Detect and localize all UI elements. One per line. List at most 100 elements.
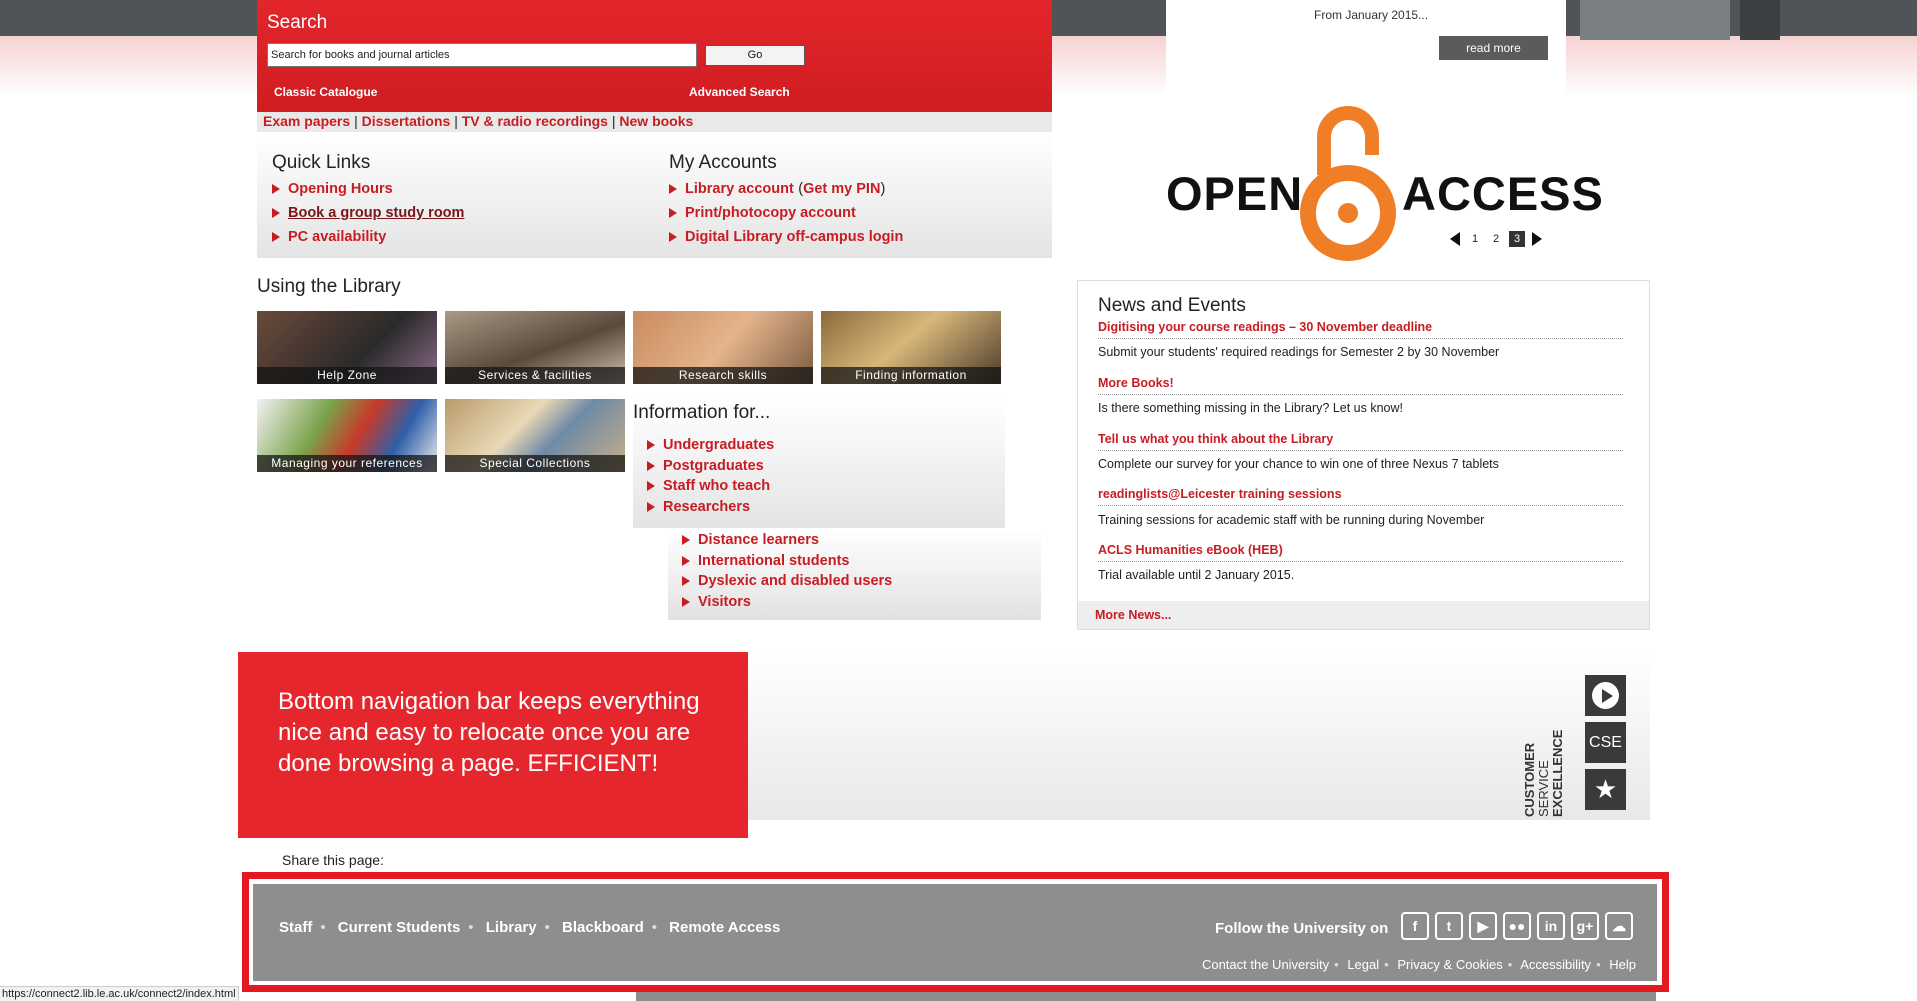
arrow-right-icon xyxy=(272,184,280,194)
browser-status-url: https://connect2.lib.le.ac.uk/connect2/i… xyxy=(0,986,239,1001)
get-pin-link[interactable]: Get my PIN xyxy=(803,181,880,197)
search-title: Search xyxy=(267,12,328,33)
arrow-right-icon xyxy=(682,596,690,607)
open-access-lock-icon xyxy=(1300,106,1396,261)
my-accounts-list: Library account (Get my PIN) Print/photo… xyxy=(669,177,903,249)
cse-label-line2: SERVICE xyxy=(1536,760,1551,817)
divider xyxy=(1098,394,1623,395)
play-icon xyxy=(1585,675,1626,716)
research-skills-tile[interactable]: Research skills xyxy=(633,311,813,384)
news-summary: Complete our survey for your chance to w… xyxy=(1098,457,1499,471)
separator: | xyxy=(454,113,458,129)
arrow-right-icon xyxy=(647,481,655,492)
finding-information-tile[interactable]: Finding information xyxy=(821,311,1001,384)
arrow-right-icon xyxy=(682,535,690,546)
dissertations-link[interactable]: Dissertations xyxy=(362,113,451,129)
arrow-right-icon xyxy=(272,208,280,218)
backdrop-panel xyxy=(1580,0,1730,40)
news-headline-link[interactable]: ACLS Humanities eBook (HEB) xyxy=(1098,543,1283,557)
carousel-page-2[interactable]: 2 xyxy=(1493,233,1499,245)
news-summary: Submit your students' required readings … xyxy=(1098,345,1500,359)
tile-caption: Services & facilities xyxy=(445,367,625,384)
managing-references-tile[interactable]: Managing your references xyxy=(257,399,437,472)
separator: | xyxy=(354,113,358,129)
quick-links-list: Opening Hours Book a group study room PC… xyxy=(272,177,464,249)
carousel-page-1[interactable]: 1 xyxy=(1472,233,1478,245)
arrow-right-icon xyxy=(669,184,677,194)
new-books-link[interactable]: New books xyxy=(619,113,693,129)
tile-caption: Special Collections xyxy=(445,455,625,472)
cse-label: CUSTOMER SERVICE EXCELLENCE xyxy=(1522,717,1565,817)
carousel-next-icon[interactable] xyxy=(1532,232,1542,246)
tile-caption: Finding information xyxy=(821,367,1001,384)
news-headline-link[interactable]: More Books! xyxy=(1098,376,1174,390)
library-account-link[interactable]: Library account xyxy=(685,181,794,197)
news-title: News and Events xyxy=(1098,295,1246,316)
print-account-link[interactable]: Print/photocopy account xyxy=(685,205,856,221)
using-library-title: Using the Library xyxy=(257,276,401,297)
tv-radio-link[interactable]: TV & radio recordings xyxy=(462,113,608,129)
list-item: International students xyxy=(682,551,892,572)
exam-papers-link[interactable]: Exam papers xyxy=(263,113,350,129)
news-headline-link[interactable]: readinglists@Leicester training sessions xyxy=(1098,487,1342,501)
distance-learners-link[interactable]: Distance learners xyxy=(698,532,819,548)
search-input[interactable] xyxy=(267,43,697,67)
list-item: Undergraduates xyxy=(647,435,774,456)
list-item: Print/photocopy account xyxy=(669,201,903,225)
star-icon: ★ xyxy=(1585,769,1626,810)
my-accounts-title: My Accounts xyxy=(669,152,777,173)
special-collections-tile[interactable]: Special Collections xyxy=(445,399,625,472)
more-news-link[interactable]: More News... xyxy=(1078,601,1649,629)
arrow-right-icon xyxy=(682,555,690,566)
go-button[interactable]: Go xyxy=(705,45,805,66)
arrow-right-icon xyxy=(669,232,677,242)
news-events-panel: News and Events Digitising your course r… xyxy=(1077,280,1650,630)
divider xyxy=(1098,450,1623,451)
pc-availability-link[interactable]: PC availability xyxy=(288,229,386,245)
carousel-page-3-active[interactable]: 3 xyxy=(1509,231,1525,247)
arrow-right-icon xyxy=(647,460,655,471)
advanced-search-link[interactable]: Advanced Search xyxy=(689,85,790,99)
open-access-text-right: ACCESS xyxy=(1402,167,1604,220)
read-more-button[interactable]: read more xyxy=(1439,36,1548,60)
help-zone-tile[interactable]: Help Zone xyxy=(257,311,437,384)
arrow-right-icon xyxy=(647,440,655,451)
book-study-room-link[interactable]: Book a group study room xyxy=(288,205,464,221)
tile-caption: Research skills xyxy=(633,367,813,384)
services-facilities-tile[interactable]: Services & facilities xyxy=(445,311,625,384)
search-panel: Search Go Classic Catalogue Advanced Sea… xyxy=(257,0,1052,112)
carousel-prev-icon[interactable] xyxy=(1450,232,1460,246)
quick-sublinks: Exam papers | Dissertations | TV & radio… xyxy=(257,112,1052,132)
digital-library-login-link[interactable]: Digital Library off-campus login xyxy=(685,229,903,245)
news-headline-link[interactable]: Tell us what you think about the Library xyxy=(1098,432,1333,446)
page-bottom-edge xyxy=(636,992,1656,1001)
list-item: Researchers xyxy=(647,497,774,518)
promo-date-text: From January 2015... xyxy=(1314,8,1429,22)
dyslexic-disabled-link[interactable]: Dyslexic and disabled users xyxy=(698,573,892,589)
list-item: Digital Library off-campus login xyxy=(669,225,903,249)
separator: | xyxy=(611,113,616,129)
arrow-right-icon xyxy=(682,576,690,587)
news-headline-link[interactable]: Digitising your course readings – 30 Nov… xyxy=(1098,320,1432,334)
list-item: PC availability xyxy=(272,225,464,249)
quick-links-panel: Quick Links Opening Hours Book a group s… xyxy=(257,132,1052,258)
researchers-link[interactable]: Researchers xyxy=(663,499,750,515)
list-item: Distance learners xyxy=(682,530,892,551)
staff-who-teach-link[interactable]: Staff who teach xyxy=(663,478,770,494)
postgraduates-link[interactable]: Postgraduates xyxy=(663,458,764,474)
classic-catalogue-link[interactable]: Classic Catalogue xyxy=(274,85,377,99)
cse-label-line3: EXCELLENCE xyxy=(1550,729,1565,817)
international-students-link[interactable]: International students xyxy=(698,553,849,569)
cse-label-line1: CUSTOMER xyxy=(1522,742,1537,817)
undergraduates-link[interactable]: Undergraduates xyxy=(663,437,774,453)
information-for-title: Information for... xyxy=(633,402,771,423)
information-primary-list: Undergraduates Postgraduates Staff who t… xyxy=(647,435,774,517)
arrow-right-icon xyxy=(647,501,655,512)
visitors-link[interactable]: Visitors xyxy=(698,594,751,610)
tile-caption: Help Zone xyxy=(257,367,437,384)
banner-area xyxy=(748,652,1650,820)
backdrop-panel-dark xyxy=(1740,0,1780,40)
opening-hours-link[interactable]: Opening Hours xyxy=(288,181,393,197)
list-item: Visitors xyxy=(682,592,892,613)
list-item: Library account (Get my PIN) xyxy=(669,177,903,201)
